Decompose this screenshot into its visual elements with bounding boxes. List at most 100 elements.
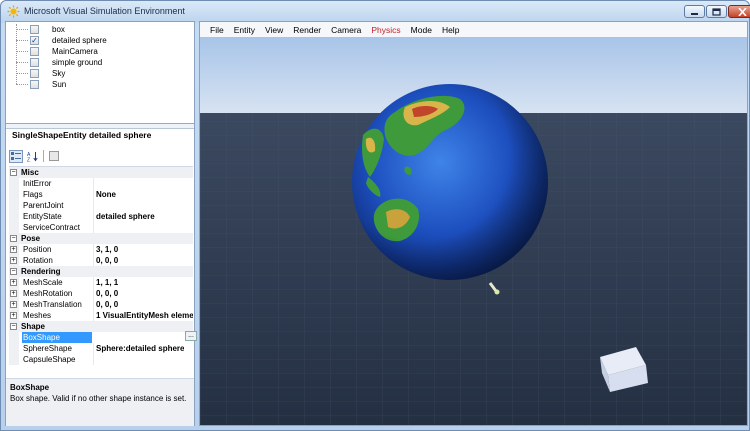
category-pose[interactable]: − Pose <box>9 233 193 244</box>
menu-view[interactable]: View <box>265 25 283 35</box>
tree-item-detailed-sphere[interactable]: detailed sphere <box>52 36 107 45</box>
property-row-boxshape[interactable]: BoxShape <box>9 332 193 343</box>
property-name: MeshTranslation <box>23 300 82 309</box>
categorized-button[interactable] <box>9 149 23 163</box>
boxshape-ellipsis-button[interactable]: ... <box>185 331 197 341</box>
property-description: BoxShape Box shape. Valid if no other sh… <box>6 378 194 426</box>
expand-icon[interactable]: + <box>10 257 17 264</box>
property-value[interactable]: 0, 0, 0 <box>96 289 118 298</box>
window-title: Microsoft Visual Simulation Environment <box>24 6 185 16</box>
property-row-meshscale[interactable]: + MeshScale 1, 1, 1 <box>9 277 193 288</box>
property-name: ParentJoint <box>23 201 64 210</box>
title-bar: Microsoft Visual Simulation Environment <box>1 1 750 23</box>
entity-checkbox-sun[interactable] <box>30 80 39 89</box>
category-rendering[interactable]: − Rendering <box>9 266 193 277</box>
3d-viewport[interactable] <box>200 37 747 425</box>
minimize-button[interactable] <box>684 5 705 18</box>
property-value[interactable]: 0, 0, 0 <box>96 256 118 265</box>
expand-icon[interactable]: + <box>10 290 17 297</box>
categorized-icon <box>11 151 21 160</box>
property-grid: − Misc InitError Flags None ParentJoint … <box>9 166 193 378</box>
menu-help[interactable]: Help <box>442 25 459 35</box>
maximize-icon <box>712 7 721 16</box>
description-text: Box shape. Valid if no other shape insta… <box>10 394 187 403</box>
close-button[interactable] <box>728 5 750 18</box>
menu-bar: File Entity View Render Camera Physics M… <box>200 22 747 37</box>
scene-render <box>200 37 747 425</box>
left-panel: box ✓ detailed sphere MainCamera simple … <box>5 21 197 426</box>
alphabetical-button[interactable]: A Z <box>26 150 40 163</box>
entity-checkbox-main-camera[interactable] <box>30 47 39 56</box>
collapse-icon[interactable]: − <box>10 235 17 242</box>
category-shape[interactable]: − Shape <box>9 321 193 332</box>
property-value[interactable]: 1, 1, 1 <box>96 278 118 287</box>
property-row-meshes[interactable]: + Meshes 1 VisualEntityMesh elemen <box>9 310 193 321</box>
property-name: EntityState <box>23 212 62 221</box>
sun-icon <box>7 5 20 18</box>
property-row-rotation[interactable]: + Rotation 0, 0, 0 <box>9 255 193 266</box>
simulation-view: File Entity View Render Camera Physics M… <box>199 21 748 426</box>
panel-splitter[interactable] <box>6 124 194 129</box>
menu-mode[interactable]: Mode <box>411 25 432 35</box>
category-label: Shape <box>21 322 46 331</box>
tree-item-main-camera[interactable]: MainCamera <box>52 47 98 56</box>
app-window: Microsoft Visual Simulation Environment … <box>0 0 750 431</box>
menu-render[interactable]: Render <box>293 25 321 35</box>
menu-physics[interactable]: Physics <box>371 25 400 35</box>
category-label: Misc <box>21 168 39 177</box>
collapse-icon[interactable]: − <box>10 268 17 275</box>
property-value[interactable]: 1 VisualEntityMesh elemen <box>96 311 193 320</box>
property-value[interactable]: Sphere:detailed sphere <box>96 344 184 353</box>
expand-icon[interactable]: + <box>10 312 17 319</box>
expand-icon[interactable]: + <box>10 279 17 286</box>
property-row-meshrotation[interactable]: + MeshRotation 0, 0, 0 <box>9 288 193 299</box>
property-value[interactable]: None <box>96 190 116 199</box>
property-toolbar: A Z <box>9 149 61 163</box>
category-label: Rendering <box>21 267 61 276</box>
tree-item-box[interactable]: box <box>52 25 65 34</box>
entity-checkbox-box[interactable] <box>30 25 39 34</box>
property-value[interactable]: detailed sphere <box>96 212 155 221</box>
property-row-servicecontract[interactable]: ServiceContract <box>9 222 193 233</box>
property-row-flags[interactable]: Flags None <box>9 189 193 200</box>
entity-checkbox-sky[interactable] <box>30 69 39 78</box>
property-row-parentjoint[interactable]: ParentJoint <box>9 200 193 211</box>
toolbar-separator <box>43 150 44 162</box>
property-row-meshtranslation[interactable]: + MeshTranslation 0, 0, 0 <box>9 299 193 310</box>
property-value[interactable]: 0, 0, 0 <box>96 300 118 309</box>
property-name: SphereShape <box>23 344 72 353</box>
category-misc[interactable]: − Misc <box>9 167 193 178</box>
property-name: MeshScale <box>23 278 63 287</box>
property-name: Flags <box>23 190 43 199</box>
tree-item-sky[interactable]: Sky <box>52 69 65 78</box>
collapse-icon[interactable]: − <box>10 323 17 330</box>
description-title: BoxShape <box>10 383 50 392</box>
expand-icon[interactable]: + <box>10 246 17 253</box>
property-row-entitystate[interactable]: EntityState detailed sphere <box>9 211 193 222</box>
entity-checkbox-detailed-sphere[interactable]: ✓ <box>30 36 39 45</box>
property-name: Meshes <box>23 311 52 320</box>
svg-text:Z: Z <box>27 157 30 162</box>
property-value[interactable]: 3, 1, 0 <box>96 245 118 254</box>
entity-checkbox-simple-ground[interactable] <box>30 58 39 67</box>
alphabetical-icon: A Z <box>27 151 38 162</box>
tree-item-sun[interactable]: Sun <box>52 80 66 89</box>
maximize-button[interactable] <box>706 5 727 18</box>
collapse-icon[interactable]: − <box>10 169 17 176</box>
tree-item-simple-ground[interactable]: simple ground <box>52 58 102 67</box>
detailed-sphere[interactable] <box>352 84 548 280</box>
expand-icon[interactable]: + <box>10 301 17 308</box>
menu-entity[interactable]: Entity <box>234 25 255 35</box>
property-row-sphereshape[interactable]: SphereShape Sphere:detailed sphere <box>9 343 193 354</box>
property-row-initerror[interactable]: InitError <box>9 178 193 189</box>
property-name: CapsuleShape <box>23 355 76 364</box>
menu-camera[interactable]: Camera <box>331 25 361 35</box>
menu-file[interactable]: File <box>210 25 224 35</box>
property-row-position[interactable]: + Position 3, 1, 0 <box>9 244 193 255</box>
property-name: Rotation <box>23 256 53 265</box>
property-pages-button[interactable] <box>47 150 61 163</box>
minimize-icon <box>691 13 698 15</box>
category-label: Pose <box>21 234 41 243</box>
property-pages-icon <box>49 151 59 161</box>
property-row-capsuleshape[interactable]: CapsuleShape <box>9 354 193 365</box>
